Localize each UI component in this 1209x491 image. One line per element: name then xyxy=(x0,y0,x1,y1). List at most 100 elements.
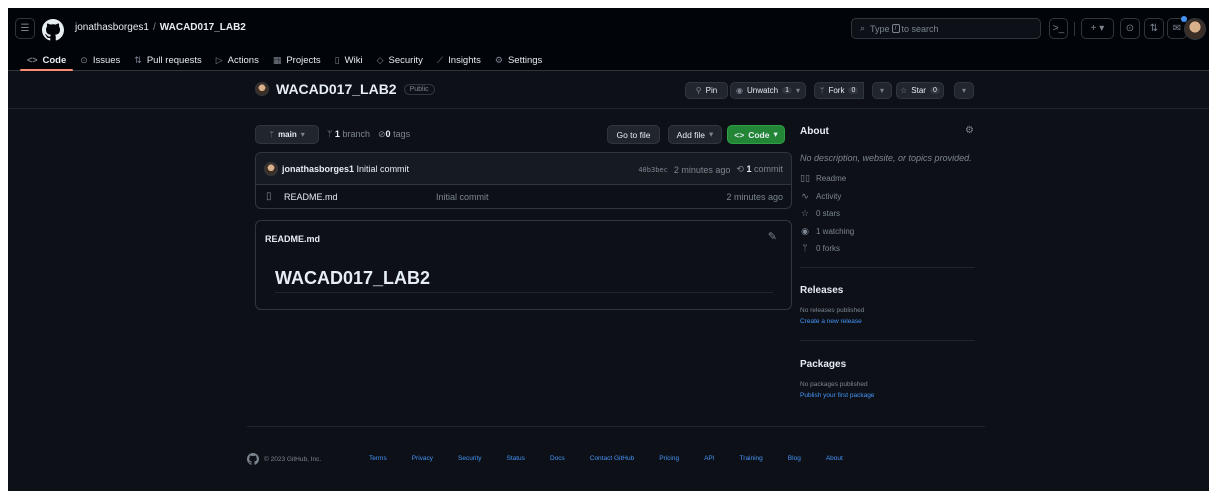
commits-link[interactable]: ⟲ 1 commit xyxy=(736,164,783,175)
footer-link-docs[interactable]: Docs xyxy=(550,455,565,462)
breadcrumb: jonathasborges1/ WACAD017_LAB2 xyxy=(75,22,246,33)
footer-link-training[interactable]: Training xyxy=(740,455,763,462)
tab-label: Wiki xyxy=(344,54,363,66)
packages-title[interactable]: Packages xyxy=(800,359,846,370)
unwatch-button[interactable]: ◉ Unwatch 1 ▾ xyxy=(730,82,806,99)
tag-icon: ⊘ xyxy=(378,129,386,139)
sidebar-item-stars[interactable]: ☆ 0 stars xyxy=(800,208,840,219)
code-label: Code xyxy=(748,129,770,140)
footer-link-security[interactable]: Security xyxy=(458,455,481,462)
header-divider xyxy=(1074,22,1075,36)
eye-icon: ◉ xyxy=(801,226,809,236)
tab-actions[interactable]: ▷ Actions xyxy=(209,51,266,69)
footer-link-privacy[interactable]: Privacy xyxy=(412,455,433,462)
sidebar-item-watching[interactable]: ◉ 1 watching xyxy=(800,226,854,237)
tab-pull-requests[interactable]: ⇅ Pull requests xyxy=(127,51,208,69)
tab-code[interactable]: <> Code xyxy=(20,51,74,71)
sidebar-item-label: 0 stars xyxy=(816,209,841,218)
star-button[interactable]: ☆ Star 0 xyxy=(896,82,944,99)
owner-avatar[interactable] xyxy=(255,82,269,96)
pulse-icon: ∿ xyxy=(801,191,809,201)
menu-icon[interactable]: ☰ xyxy=(15,18,35,39)
breadcrumb-owner[interactable]: jonathasborges1 xyxy=(75,22,149,33)
footer-link-status[interactable]: Status xyxy=(507,455,525,462)
issues-icon[interactable]: ⊙ xyxy=(1120,18,1140,39)
breadcrumb-repo[interactable]: WACAD017_LAB2 xyxy=(160,22,246,33)
eye-icon: ◉ xyxy=(735,86,743,95)
branch-selector[interactable]: ᛘ main ▾ xyxy=(255,125,319,144)
settings-icon: ⚙ xyxy=(494,54,503,65)
chevron-down-icon: ▾ xyxy=(796,86,801,95)
security-icon: ◇ xyxy=(376,54,384,65)
watch-count: 1 xyxy=(782,87,792,94)
tab-label: Code xyxy=(42,54,67,66)
user-avatar[interactable] xyxy=(1184,18,1206,40)
tab-label: Insights xyxy=(448,54,481,66)
fork-button[interactable]: ᛘ Fork 0 xyxy=(814,82,864,99)
footer-link-blog[interactable]: Blog xyxy=(788,455,801,462)
readme-label[interactable]: README.md xyxy=(265,234,320,244)
command-palette-icon[interactable]: >_ xyxy=(1049,18,1068,39)
gear-icon[interactable]: ⚙ xyxy=(965,125,974,136)
add-file-button[interactable]: Add file ▾ xyxy=(668,125,722,144)
chevron-down-icon: ▾ xyxy=(773,129,778,139)
tab-projects[interactable]: ▦ Projects xyxy=(266,51,328,69)
footer-link-api[interactable]: API xyxy=(704,455,714,462)
wiki-icon: ▯ xyxy=(334,54,340,65)
footer-link-about[interactable]: About xyxy=(826,455,843,462)
pin-button[interactable]: ⚲ Pin xyxy=(685,82,728,99)
file-commit-message[interactable]: Initial commit xyxy=(436,192,489,202)
star-icon: ☆ xyxy=(800,208,810,218)
tab-label: Pull requests xyxy=(146,54,202,66)
fork-dropdown-button[interactable]: ▾ xyxy=(872,82,892,99)
commit-message[interactable]: Initial commit xyxy=(357,164,410,174)
fork-icon: ᛘ xyxy=(802,243,808,253)
commit-time: 2 minutes ago xyxy=(673,164,731,175)
repo-nav: <> Code ⊙ Issues ⇅ Pull requests ▷ Actions ▦… xyxy=(20,51,549,71)
tab-label: Projects xyxy=(286,54,321,66)
github-logo-icon[interactable] xyxy=(247,453,259,465)
pencil-icon[interactable]: ✎ xyxy=(768,230,777,243)
footer-link-terms[interactable]: Terms xyxy=(369,455,387,462)
footer-link-pricing[interactable]: Pricing xyxy=(659,455,679,462)
commit-author-name[interactable]: jonathasborges1 xyxy=(282,164,354,174)
create-release-link[interactable]: Create a new release xyxy=(800,318,862,325)
footer-link-contact[interactable]: Contact GitHub xyxy=(590,455,634,462)
repo-name[interactable]: WACAD017_LAB2 xyxy=(276,81,397,97)
file-name[interactable]: README.md xyxy=(284,192,338,202)
search-prefix: Type xyxy=(870,23,890,34)
code-button[interactable]: <> Code ▾ xyxy=(727,125,785,144)
tab-label: Issues xyxy=(92,54,121,66)
publish-package-link[interactable]: Publish your first package xyxy=(800,392,874,399)
actions-icon: ▷ xyxy=(215,54,223,65)
create-new-button[interactable]: + ▾ xyxy=(1081,18,1114,39)
latest-commit-bar: jonathasborges1 Initial commit 40b3bec 2… xyxy=(256,153,791,185)
unwatch-label: Unwatch xyxy=(746,86,779,95)
go-to-file-button[interactable]: Go to file xyxy=(607,125,660,144)
sidebar-item-readme[interactable]: ▯▯ Readme xyxy=(800,173,846,184)
visibility-badge: Public xyxy=(403,83,435,95)
sidebar-item-forks[interactable]: ᛘ 0 forks xyxy=(800,243,840,253)
sidebar-item-label: Readme xyxy=(816,174,847,183)
commit-sha[interactable]: 40b3bec xyxy=(638,166,668,174)
star-dropdown-button[interactable]: ▾ xyxy=(954,82,974,99)
tab-insights[interactable]: ⟋ Insights xyxy=(430,51,488,69)
commits-label: commit xyxy=(754,164,783,174)
table-row[interactable]: ▯ README.md Initial commit 2 minutes ago xyxy=(256,185,791,208)
tab-wiki[interactable]: ▯ Wiki xyxy=(328,51,370,69)
branches-link[interactable]: ᛘ 1 branch xyxy=(327,129,370,139)
commit-author-avatar[interactable] xyxy=(264,162,278,176)
tab-settings[interactable]: ⚙ Settings xyxy=(488,51,549,69)
tab-label: Actions xyxy=(227,54,259,66)
sidebar-item-activity[interactable]: ∿ Activity xyxy=(800,191,841,202)
about-description: No description, website, or topics provi… xyxy=(800,153,972,163)
heading-divider xyxy=(275,292,773,293)
search-input[interactable]: ⌕ Type / to search xyxy=(851,18,1041,39)
tab-security[interactable]: ◇ Security xyxy=(370,51,430,69)
tab-issues[interactable]: ⊙ Issues xyxy=(73,51,127,69)
github-logo-icon[interactable] xyxy=(42,19,64,41)
tags-link[interactable]: ⊘0 tags xyxy=(378,129,410,140)
releases-title[interactable]: Releases xyxy=(800,285,843,296)
fork-label: Fork xyxy=(828,86,845,95)
pull-requests-icon[interactable]: ⇅ xyxy=(1144,18,1164,39)
